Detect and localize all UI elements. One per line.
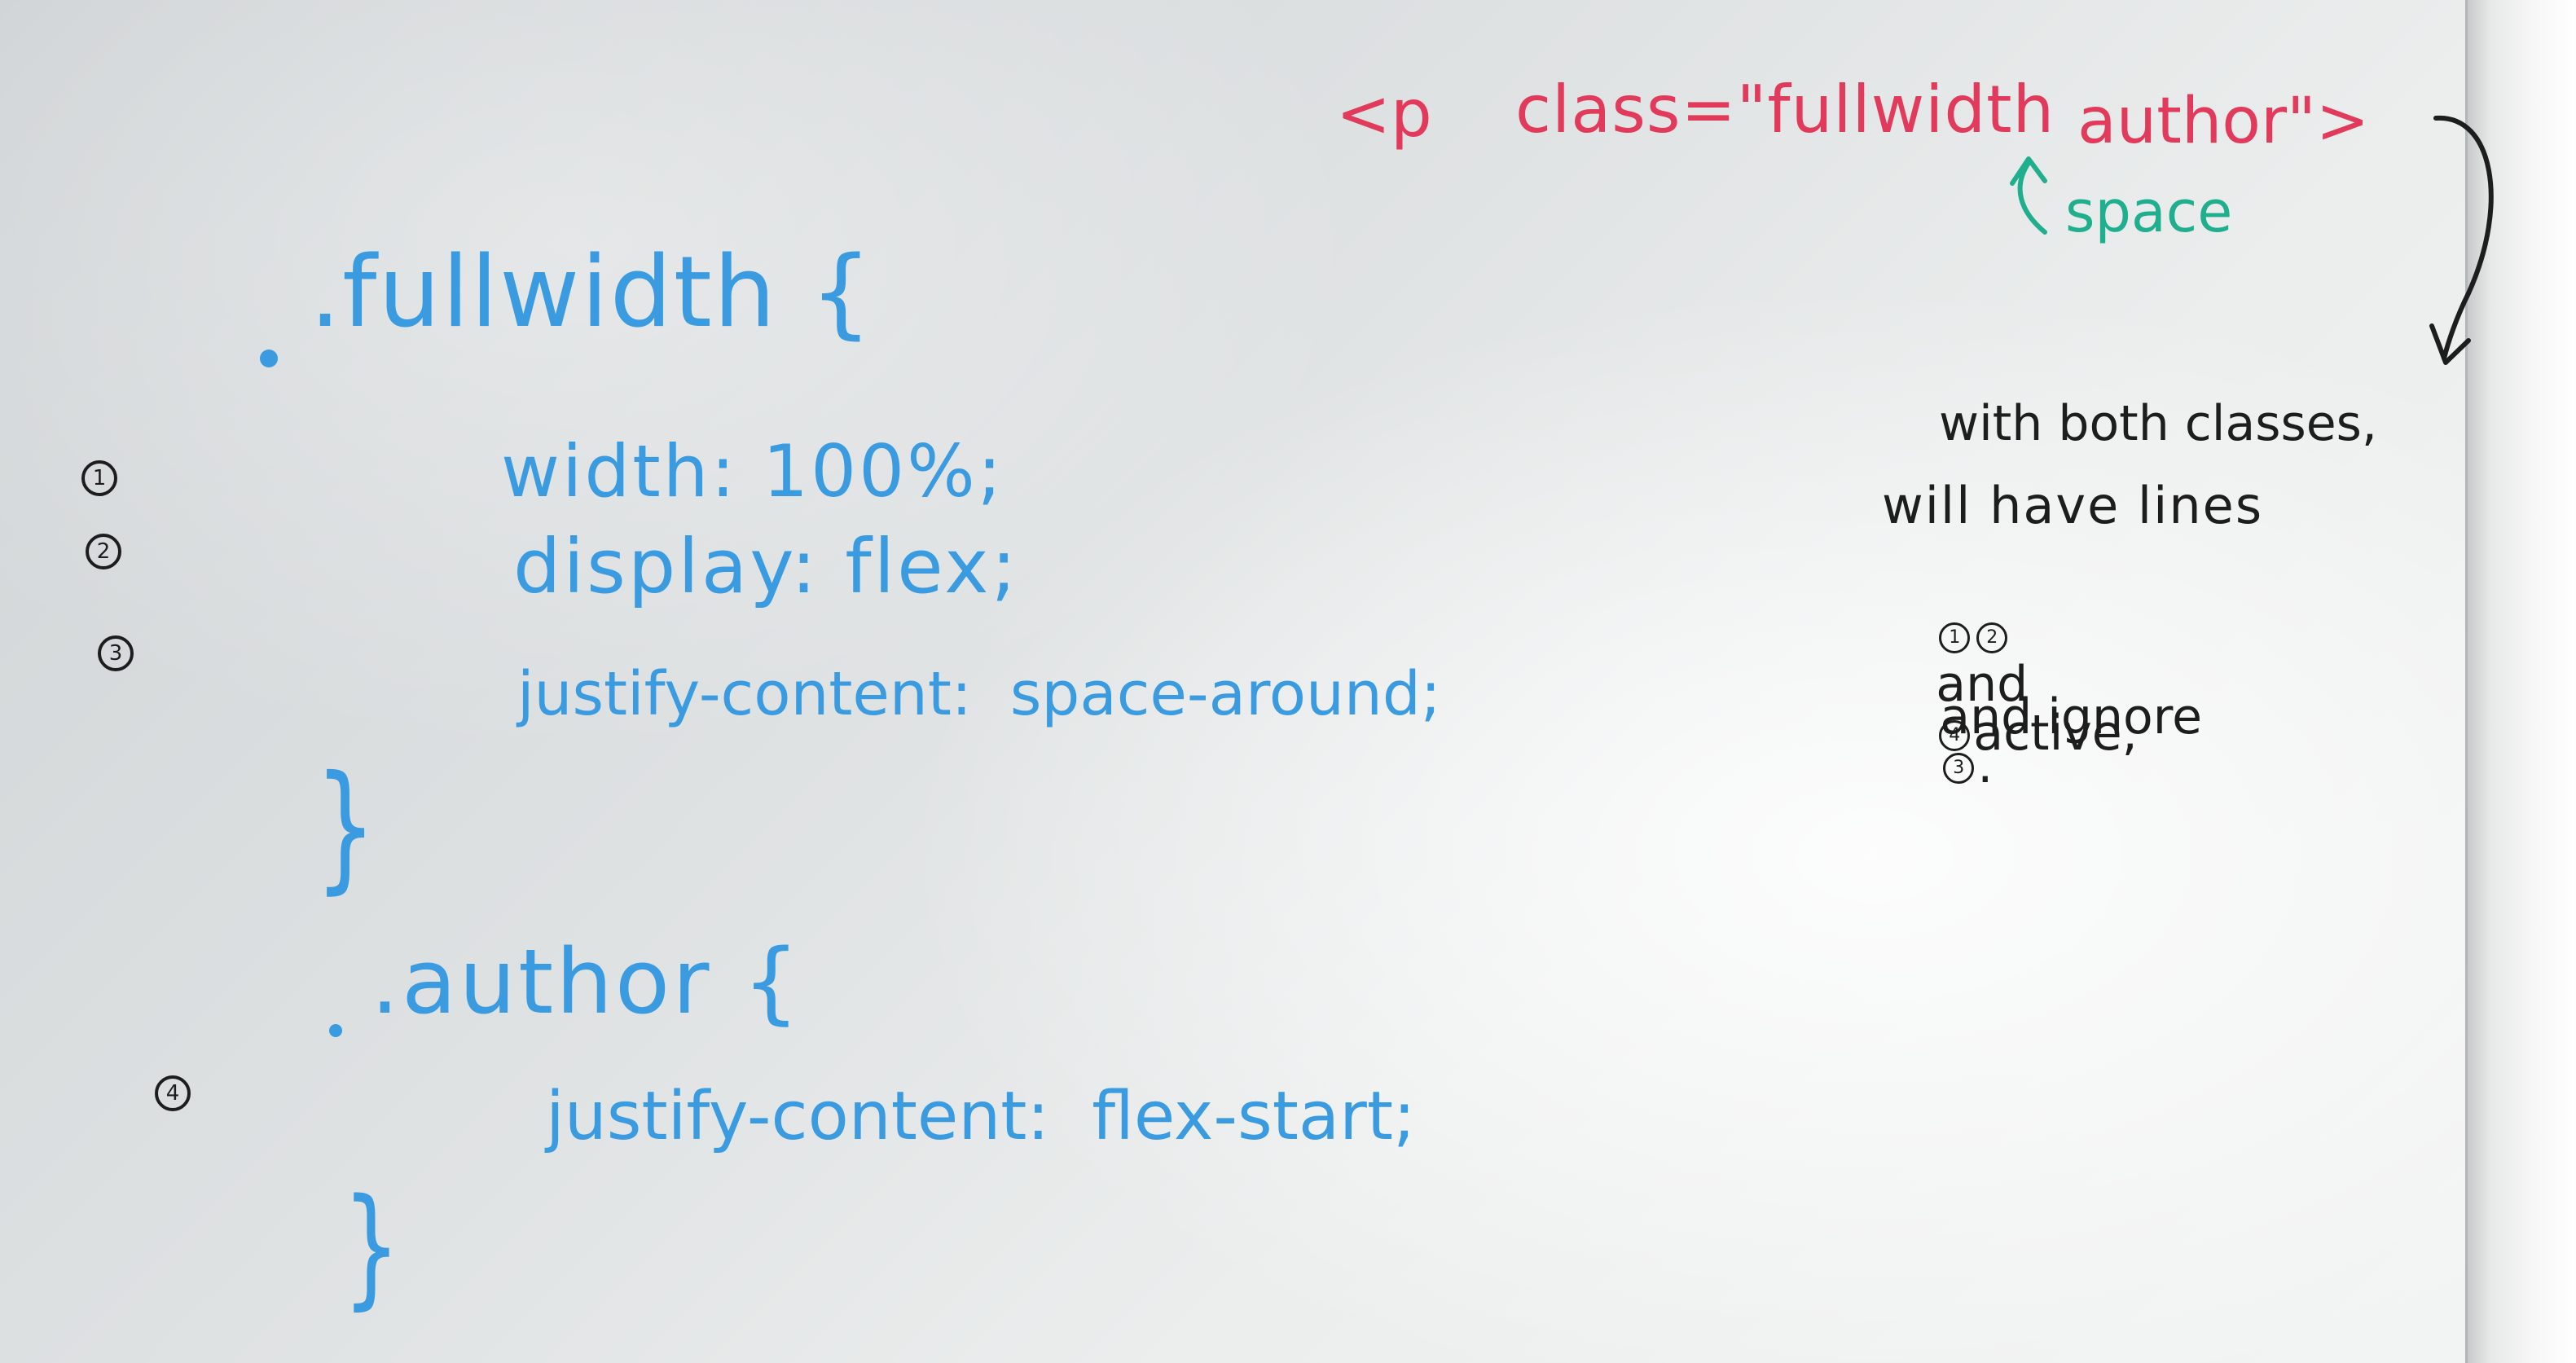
justify-flex-start-declaration: justify-content: flex-start;: [546, 1078, 1416, 1155]
line-marker-1: 1: [81, 460, 117, 496]
fullwidth-close-brace: }: [314, 746, 376, 908]
note-line-1: with both classes,: [1939, 395, 2377, 452]
display-declaration: display: flex;: [513, 523, 1019, 610]
markup-class-attr: class="fullwidth: [1515, 72, 2055, 147]
whiteboard: <p class="fullwidth author"> space .full…: [0, 0, 2576, 1363]
width-declaration: width: 100%;: [501, 429, 1004, 513]
line-marker-2: 2: [86, 534, 121, 569]
curved-arrow-icon: [2433, 115, 2494, 361]
fullwidth-selector: .fullwidth {: [310, 236, 874, 350]
author-selector: .author {: [371, 930, 802, 1034]
note-line-4: and ignore 3.: [1878, 644, 2202, 839]
justify-space-around-declaration: justify-content: space-around;: [517, 659, 1441, 729]
teal-arrow-head-icon: [2010, 156, 2047, 186]
author-close-brace: }: [342, 1170, 401, 1322]
line-marker-4: 4: [155, 1075, 191, 1111]
selector-dot-icon: [329, 1024, 342, 1037]
markup-open-tag: <p: [1336, 76, 1432, 152]
line-marker-3: 3: [98, 635, 134, 671]
note-marker-3: 3: [1943, 753, 1975, 785]
space-annotation: space: [2065, 178, 2233, 245]
note-period: .: [1977, 737, 1994, 794]
note-line-2: will have lines: [1882, 476, 2264, 535]
markup-class-attr-2: author">: [2077, 85, 2370, 158]
selector-dot-icon: [260, 350, 278, 367]
